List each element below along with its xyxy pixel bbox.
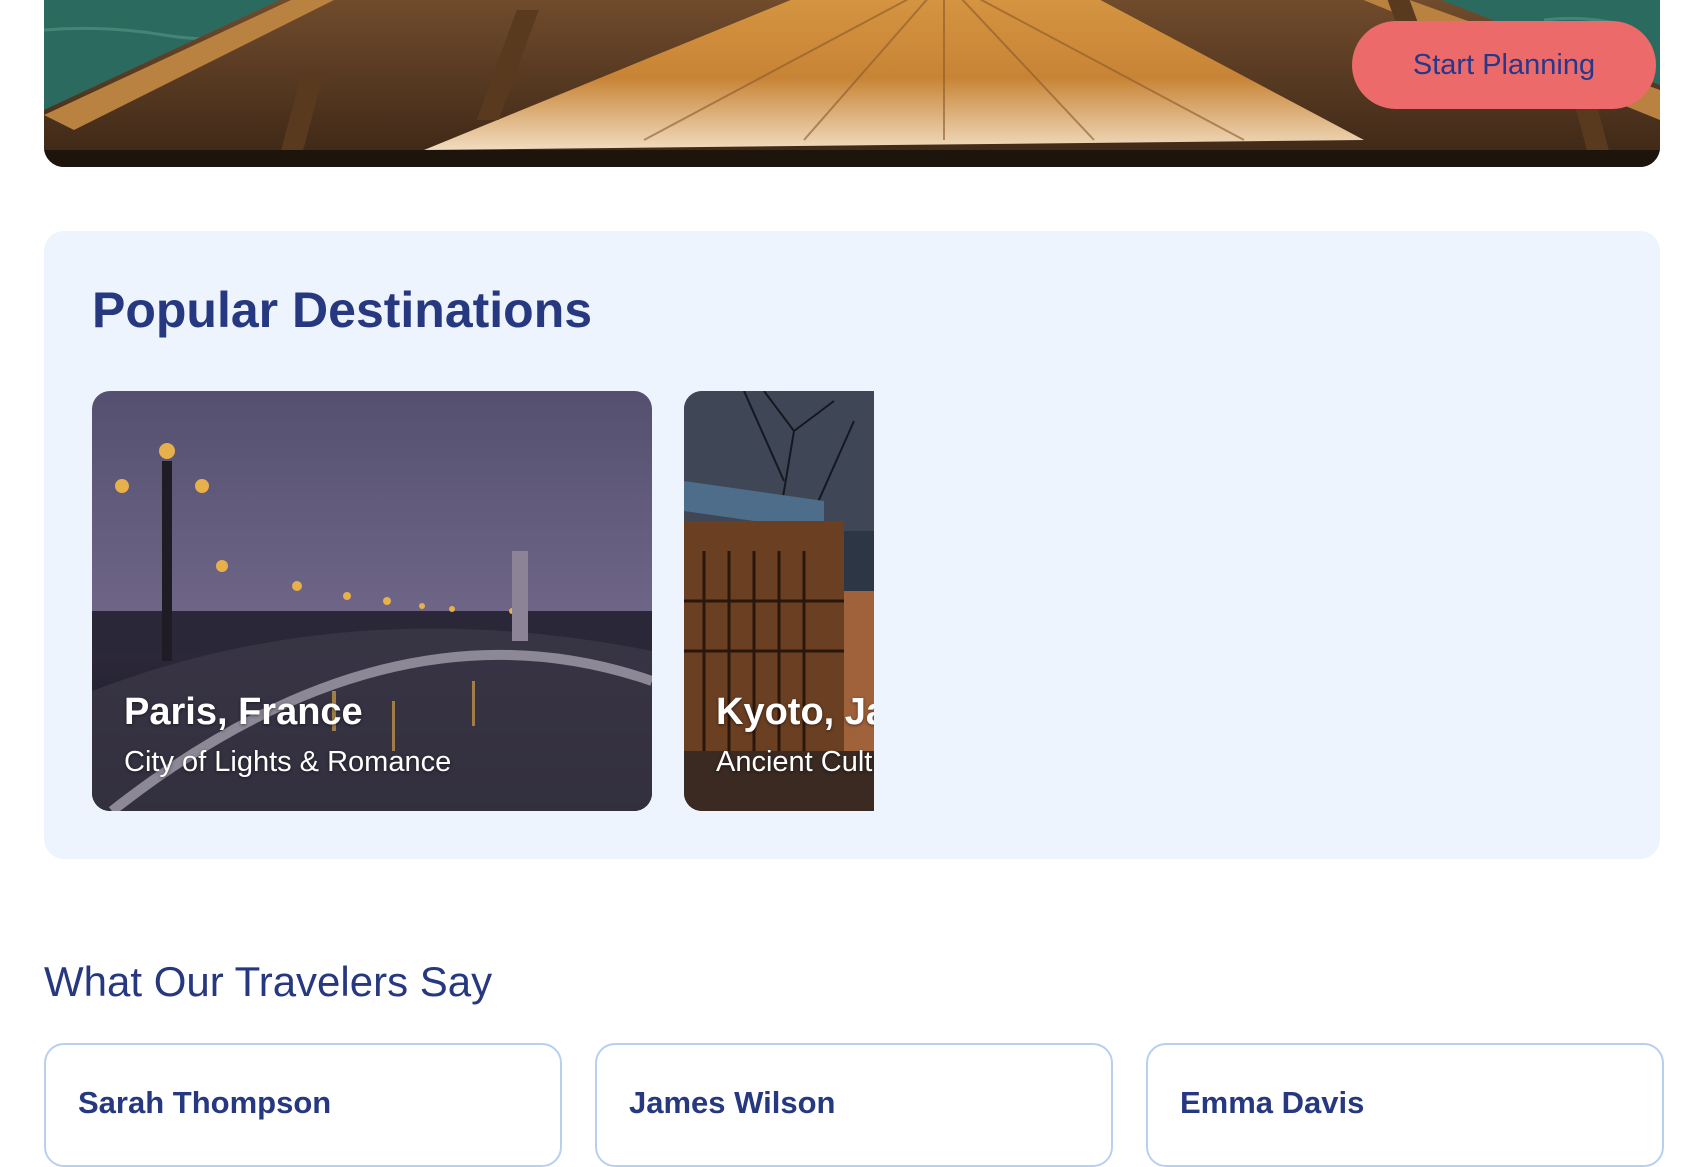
testimonials-title: What Our Travelers Say [44,958,493,1005]
destination-name: Paris, France [124,691,363,733]
destination-tagline: Ancient Culture [716,746,874,778]
hero-banner: Start Planning [44,0,1660,167]
start-planning-button[interactable]: Start Planning [1352,21,1656,109]
reviewer-name: Sarah Thompson [78,1085,332,1120]
destination-tagline: City of Lights & Romance [124,746,452,778]
section-title: Popular Destinations [92,282,593,338]
reviewer-name: Emma Davis [1180,1085,1365,1120]
testimonial-card: James Wilson [595,1043,1113,1167]
testimonial-card: Sarah Thompson [44,1043,562,1167]
popular-destinations-section: Popular Destinations Paris, France City … [44,231,1660,859]
destination-card-kyoto[interactable]: Kyoto, Japan Ancient Culture [684,391,874,811]
testimonial-card: Emma Davis [1146,1043,1664,1167]
destination-card-paris[interactable]: Paris, France City of Lights & Romance [92,391,652,811]
reviewer-name: James Wilson [629,1085,836,1120]
destinations-carousel[interactable]: Paris, France City of Lights & Romance K… [92,391,874,811]
destination-name: Kyoto, Japan [716,691,874,733]
